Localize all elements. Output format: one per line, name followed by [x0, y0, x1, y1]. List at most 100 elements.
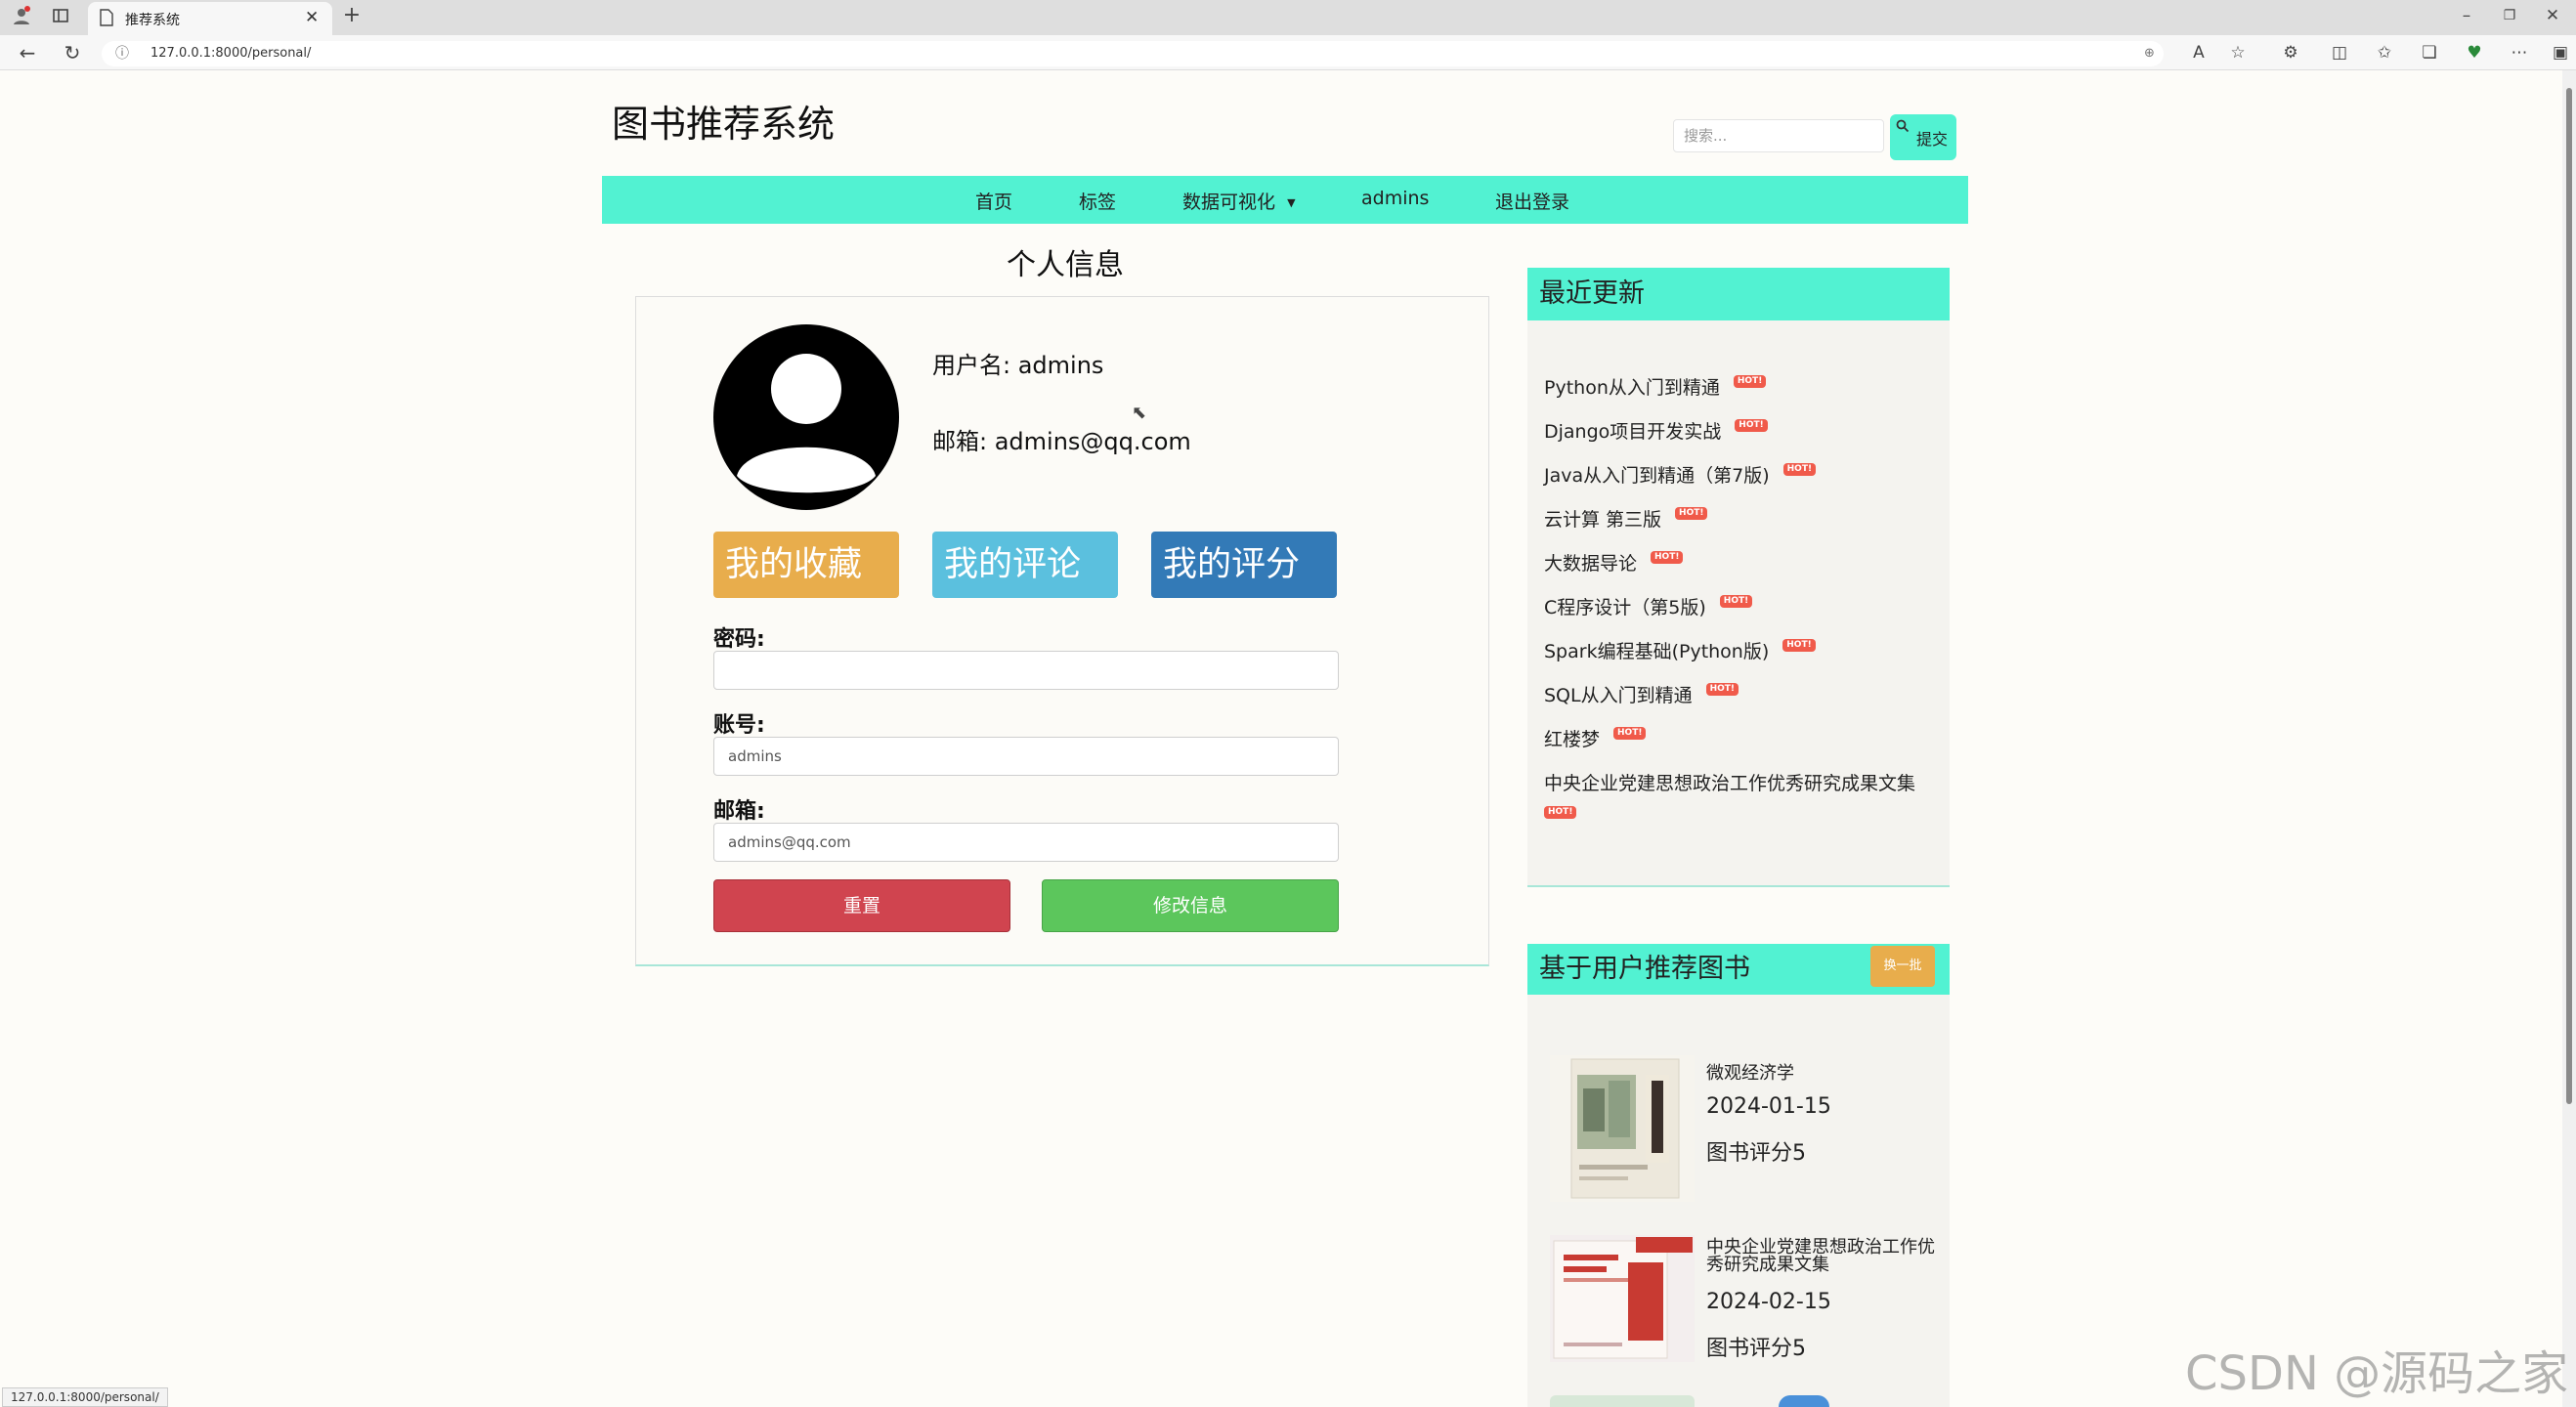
email-label: 邮箱:	[713, 799, 765, 824]
list-item[interactable]: SQL从入门到精通 HOT!	[1544, 681, 1945, 725]
my-favorites-button[interactable]: 我的收藏	[713, 532, 899, 598]
list-item[interactable]: Python从入门到精通 HOT!	[1544, 373, 1945, 417]
watermark: CSDN @源码之家	[2185, 1346, 2569, 1401]
nav-home[interactable]: 首页	[975, 188, 1012, 214]
hot-badge: HOT!	[1719, 595, 1753, 608]
rec-book-score: 图书评分5	[1706, 1337, 1806, 1361]
browser-tab-bar: 推荐系统 ✕ + – ❐ ✕	[0, 0, 2576, 35]
reset-button[interactable]: 重置	[713, 879, 1010, 932]
scrollbar-thumb[interactable]	[2566, 88, 2572, 1104]
close-window-icon[interactable]: ✕	[2541, 6, 2564, 25]
profile-heading: 个人信息	[1007, 248, 1124, 282]
profile-icon[interactable]	[10, 6, 33, 30]
password-label: 密码:	[713, 627, 765, 652]
nav-data-visualization[interactable]: 数据可视化 ▼	[1182, 188, 1296, 214]
search-icon	[1896, 118, 1910, 137]
book-link[interactable]: Spark编程基础(Python版)	[1544, 641, 1769, 662]
hot-badge: HOT!	[1544, 806, 1577, 819]
update-info-button[interactable]: 修改信息	[1042, 879, 1339, 932]
book-cover[interactable]	[1550, 1395, 1695, 1407]
url-field[interactable]: ⓘ 127.0.0.1:8000/personal/ ⊕	[102, 41, 2164, 66]
hot-badge: HOT!	[1735, 419, 1768, 432]
rec-book-title[interactable]: 微观经济学	[1706, 1059, 1941, 1085]
email-info: 邮箱: admins@qq.com	[932, 428, 1191, 455]
extensions-icon[interactable]: ⚙	[2279, 43, 2302, 63]
username-info: 用户名: admins	[932, 352, 1104, 379]
hot-badge: HOT!	[1733, 375, 1767, 388]
restore-icon[interactable]: ❐	[2498, 6, 2521, 25]
list-item[interactable]: C程序设计（第5版) HOT!	[1544, 593, 1945, 637]
search-input[interactable]: 搜索...	[1673, 119, 1884, 152]
nav-data-visualization-label: 数据可视化	[1182, 192, 1276, 213]
list-item[interactable]: 中央企业党建思想政治工作优秀研究成果文集	[1544, 769, 1945, 804]
collections-icon[interactable]: ❏	[2418, 43, 2441, 63]
page-icon	[100, 9, 113, 30]
info-icon[interactable]: ⓘ	[115, 41, 129, 66]
mouse-cursor: ⬉	[1132, 403, 1147, 423]
recent-updates-heading: 最近更新	[1527, 268, 1950, 320]
back-to-top-button[interactable]	[1779, 1395, 1829, 1407]
new-tab-icon[interactable]: +	[340, 5, 364, 26]
book-link[interactable]: 红楼梦	[1544, 729, 1600, 750]
rec-book-score: 图书评分5	[1706, 1141, 1806, 1166]
recent-updates-list: Python从入门到精通 HOT! Django项目开发实战 HOT! Java从入…	[1544, 373, 1945, 823]
book-link[interactable]: 大数据导论	[1544, 553, 1637, 575]
status-url: 127.0.0.1:8000/personal/	[2, 1387, 168, 1407]
search-submit-button[interactable]: 提交	[1890, 114, 1956, 160]
hot-badge: HOT!	[1782, 463, 1817, 476]
hot-badge: HOT!	[1782, 639, 1816, 652]
zoom-icon[interactable]: ⊕	[2144, 41, 2155, 66]
list-item[interactable]: 红楼梦 HOT!	[1544, 725, 1945, 769]
email-field[interactable]: admins@qq.com	[713, 823, 1339, 862]
nav-user[interactable]: admins	[1361, 188, 1429, 209]
rec-book-date: 2024-01-15	[1706, 1094, 1831, 1119]
list-item[interactable]: 云计算 第三版 HOT!	[1544, 505, 1945, 549]
rec-book-date: 2024-02-15	[1706, 1290, 1831, 1314]
page-scrollbar[interactable]	[2562, 70, 2576, 1407]
list-item[interactable]: Spark编程基础(Python版) HOT!	[1544, 637, 1945, 681]
list-item[interactable]: 大数据导论 HOT!	[1544, 549, 1945, 593]
book-link[interactable]: 云计算 第三版	[1544, 509, 1661, 531]
account-label: 账号:	[713, 713, 765, 738]
avatar	[711, 322, 901, 512]
tab-actions-icon[interactable]	[49, 7, 72, 29]
book-link[interactable]: Java从入门到精通（第7版)	[1544, 465, 1770, 487]
hot-badge: HOT!	[1705, 683, 1739, 696]
book-cover[interactable]	[1550, 1055, 1695, 1202]
search-button-label: 提交	[1916, 130, 1949, 149]
my-ratings-button[interactable]: 我的评分	[1151, 532, 1337, 598]
my-comments-button[interactable]: 我的评论	[932, 532, 1118, 598]
hot-badge: HOT!	[1651, 551, 1684, 564]
back-icon[interactable]: ←	[16, 43, 39, 63]
book-link[interactable]: Django项目开发实战	[1544, 421, 1721, 443]
sidebar-toggle-icon[interactable]: ▣	[2549, 43, 2572, 63]
account-field[interactable]: admins	[713, 737, 1339, 776]
book-link[interactable]: 中央企业党建思想政治工作优秀研究成果文集	[1544, 773, 1915, 794]
main-navbar: 首页 标签 数据可视化 ▼ admins 退出登录	[602, 176, 1968, 224]
split-screen-icon[interactable]: ◫	[2328, 43, 2351, 63]
read-aloud-icon[interactable]: A	[2187, 43, 2211, 63]
favorite-star-icon[interactable]: ☆	[2226, 43, 2250, 63]
book-cover[interactable]	[1550, 1235, 1695, 1362]
more-menu-icon[interactable]: ⋯	[2508, 43, 2531, 63]
nav-tags[interactable]: 标签	[1079, 188, 1116, 214]
book-link[interactable]: Python从入门到精通	[1544, 377, 1720, 399]
rec-book-title[interactable]: 中央企业党建思想政治工作优秀研究成果文集	[1706, 1239, 1937, 1274]
close-tab-icon[interactable]: ✕	[305, 8, 319, 27]
minimize-icon[interactable]: –	[2455, 6, 2478, 25]
list-item[interactable]: Java从入门到精通（第7版) HOT!	[1544, 461, 1945, 505]
tab-title: 推荐系统	[125, 13, 180, 28]
nav-logout[interactable]: 退出登录	[1495, 188, 1569, 214]
book-link[interactable]: SQL从入门到精通	[1544, 685, 1693, 706]
url-text: 127.0.0.1:8000/personal/	[150, 46, 312, 61]
browser-essentials-icon[interactable]: ♥	[2463, 43, 2486, 63]
hot-badge: HOT!	[1675, 507, 1708, 520]
refresh-icon[interactable]: ↻	[61, 43, 84, 63]
favorites-icon[interactable]: ✩	[2373, 43, 2396, 63]
refresh-batch-button[interactable]: 换一批	[1870, 946, 1935, 987]
list-item[interactable]: Django项目开发实战 HOT!	[1544, 417, 1945, 461]
password-field[interactable]	[713, 651, 1339, 690]
browser-tab[interactable]: 推荐系统 ✕	[88, 2, 332, 35]
caret-down-icon: ▼	[1287, 196, 1296, 209]
book-link[interactable]: C程序设计（第5版)	[1544, 597, 1706, 618]
